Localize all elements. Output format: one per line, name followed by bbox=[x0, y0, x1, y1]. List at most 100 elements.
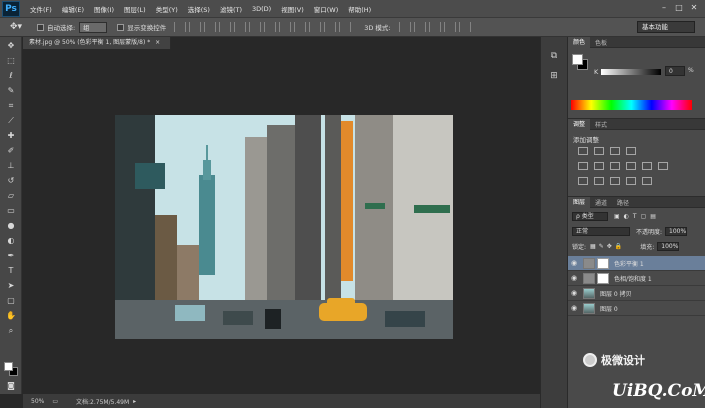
menu-view[interactable]: 视图(V) bbox=[281, 4, 304, 14]
visibility-eye-icon[interactable]: ◉ bbox=[568, 259, 580, 267]
show-transform-option[interactable]: 显示变换控件 bbox=[117, 22, 166, 32]
align-vcenter-icon[interactable] bbox=[189, 22, 202, 32]
properties-panel-icon[interactable]: ⊞ bbox=[547, 71, 561, 85]
3d-pan-icon[interactable] bbox=[428, 22, 441, 32]
history-panel-icon[interactable]: ⧉ bbox=[547, 51, 561, 65]
layer-row[interactable]: ◉ 色相/饱和度 1 bbox=[568, 271, 705, 286]
photo-filter-icon[interactable] bbox=[642, 162, 652, 170]
3d-slide-icon[interactable] bbox=[443, 22, 456, 32]
curves-icon[interactable] bbox=[610, 147, 620, 155]
distribute-hcenter-icon[interactable] bbox=[324, 22, 337, 32]
3d-roll-icon[interactable] bbox=[413, 22, 426, 32]
filter-adjust-icon[interactable]: ◐ bbox=[624, 213, 629, 220]
workspace-switcher[interactable]: 基本功能 bbox=[637, 21, 695, 33]
filter-pixel-icon[interactable]: ▣ bbox=[614, 213, 620, 220]
fill-input[interactable]: 100% bbox=[657, 241, 680, 251]
menu-window[interactable]: 窗口(W) bbox=[314, 4, 339, 14]
menu-help[interactable]: 帮助(H) bbox=[348, 4, 371, 14]
color-swatches[interactable] bbox=[4, 362, 18, 376]
distribute-left-icon[interactable] bbox=[309, 22, 322, 32]
lock-position-icon[interactable]: ✥ bbox=[607, 243, 612, 250]
eraser-tool-icon[interactable]: ▱ bbox=[4, 189, 18, 202]
zoom-level[interactable]: 50% bbox=[31, 398, 44, 405]
shape-tool-icon[interactable]: ▢ bbox=[4, 294, 18, 307]
hue-saturation-icon[interactable] bbox=[594, 162, 604, 170]
visibility-eye-icon[interactable]: ◉ bbox=[568, 274, 580, 282]
tab-channels[interactable]: 通道 bbox=[590, 198, 612, 207]
close-icon[interactable]: ✕ bbox=[688, 2, 700, 14]
k-channel-slider[interactable] bbox=[601, 69, 661, 75]
lock-all-icon[interactable]: 🔒 bbox=[615, 243, 622, 250]
menu-select[interactable]: 选择(S) bbox=[188, 4, 210, 14]
align-left-icon[interactable] bbox=[219, 22, 232, 32]
menu-file[interactable]: 文件(F) bbox=[30, 4, 52, 14]
layer-filter-dropdown[interactable]: ρ 类型 bbox=[572, 211, 608, 221]
channel-mixer-icon[interactable] bbox=[658, 162, 668, 170]
distribute-vcenter-icon[interactable] bbox=[279, 22, 292, 32]
tab-paths[interactable]: 路径 bbox=[612, 198, 634, 207]
3d-rotate-icon[interactable] bbox=[398, 22, 411, 32]
crop-tool-icon[interactable]: ⌗ bbox=[4, 99, 18, 112]
marquee-tool-icon[interactable]: ⬚ bbox=[4, 54, 18, 67]
levels-icon[interactable] bbox=[594, 147, 604, 155]
auto-select-checkbox[interactable] bbox=[37, 23, 44, 31]
menu-type[interactable]: 类型(Y) bbox=[156, 4, 178, 14]
layer-mask-thumbnail[interactable] bbox=[597, 272, 609, 284]
lasso-tool-icon[interactable]: ℓ bbox=[4, 69, 18, 82]
hand-tool-icon[interactable]: ✋ bbox=[4, 309, 18, 322]
align-right-icon[interactable] bbox=[249, 22, 262, 32]
align-hcenter-icon[interactable] bbox=[234, 22, 247, 32]
auto-select-option[interactable]: 自动选择: bbox=[37, 22, 75, 32]
visibility-eye-icon[interactable]: ◉ bbox=[568, 289, 580, 297]
menu-filter[interactable]: 滤镜(T) bbox=[220, 4, 242, 14]
opacity-input[interactable]: 100% bbox=[665, 226, 688, 236]
align-bottom-icon[interactable] bbox=[204, 22, 217, 32]
maximize-icon[interactable]: □ bbox=[673, 2, 685, 14]
menu-3d[interactable]: 3D(D) bbox=[252, 5, 271, 13]
layer-mask-thumbnail[interactable] bbox=[597, 257, 609, 269]
dodge-tool-icon[interactable]: ◐ bbox=[4, 234, 18, 247]
menu-edit[interactable]: 编辑(E) bbox=[62, 4, 84, 14]
color-panel-foreground[interactable] bbox=[572, 54, 583, 65]
lock-transparent-icon[interactable]: ▦ bbox=[590, 243, 596, 250]
path-select-tool-icon[interactable]: ➤ bbox=[4, 279, 18, 292]
type-tool-icon[interactable]: T bbox=[4, 264, 18, 277]
tab-color[interactable]: 颜色 bbox=[568, 36, 591, 48]
zoom-tool-icon[interactable]: ⌕ bbox=[4, 324, 18, 337]
layer-row[interactable]: ◉ 图层 0 bbox=[568, 301, 705, 316]
brightness-icon[interactable] bbox=[578, 147, 588, 155]
menu-image[interactable]: 图像(I) bbox=[94, 4, 114, 14]
lock-pixels-icon[interactable]: ✎ bbox=[599, 243, 604, 250]
clone-stamp-tool-icon[interactable]: ⊥ bbox=[4, 159, 18, 172]
filter-shape-icon[interactable]: ▢ bbox=[641, 213, 647, 220]
close-tab-icon[interactable]: × bbox=[155, 39, 160, 46]
history-brush-tool-icon[interactable]: ↺ bbox=[4, 174, 18, 187]
blur-tool-icon[interactable]: ● bbox=[4, 219, 18, 232]
foreground-color-swatch[interactable] bbox=[4, 362, 13, 371]
selective-color-icon[interactable] bbox=[642, 177, 652, 185]
distribute-top-icon[interactable] bbox=[264, 22, 277, 32]
tab-swatches[interactable]: 色板 bbox=[590, 38, 612, 47]
exposure-icon[interactable] bbox=[626, 147, 636, 155]
document-tab[interactable]: 素材.jpg @ 50% (色彩平衡 1, 图层蒙版/8) * × bbox=[23, 37, 171, 49]
minimize-icon[interactable]: – bbox=[658, 2, 670, 14]
invert-icon[interactable] bbox=[578, 177, 588, 185]
color-balance-icon[interactable] bbox=[610, 162, 620, 170]
auto-select-dropdown[interactable]: 组 bbox=[79, 21, 108, 33]
vibrance-icon[interactable] bbox=[578, 162, 588, 170]
threshold-icon[interactable] bbox=[610, 177, 620, 185]
align-top-icon[interactable] bbox=[174, 22, 187, 32]
visibility-eye-icon[interactable]: ◉ bbox=[568, 304, 580, 312]
color-spectrum-bar[interactable] bbox=[571, 100, 692, 110]
move-tool-icon[interactable]: ✥ bbox=[4, 39, 18, 52]
tab-styles[interactable]: 样式 bbox=[590, 120, 612, 129]
filter-type-icon[interactable]: T bbox=[633, 213, 637, 220]
status-menu-icon[interactable]: ▸ bbox=[133, 398, 136, 405]
gradient-tool-icon[interactable]: ▭ bbox=[4, 204, 18, 217]
gradient-map-icon[interactable] bbox=[626, 177, 636, 185]
menu-layer[interactable]: 图层(L) bbox=[124, 4, 146, 14]
distribute-bottom-icon[interactable] bbox=[294, 22, 307, 32]
move-tool-preset-icon[interactable]: ✥▾ bbox=[3, 20, 29, 35]
3d-scale-icon[interactable] bbox=[458, 22, 471, 32]
filter-smart-icon[interactable]: ▤ bbox=[650, 213, 656, 220]
